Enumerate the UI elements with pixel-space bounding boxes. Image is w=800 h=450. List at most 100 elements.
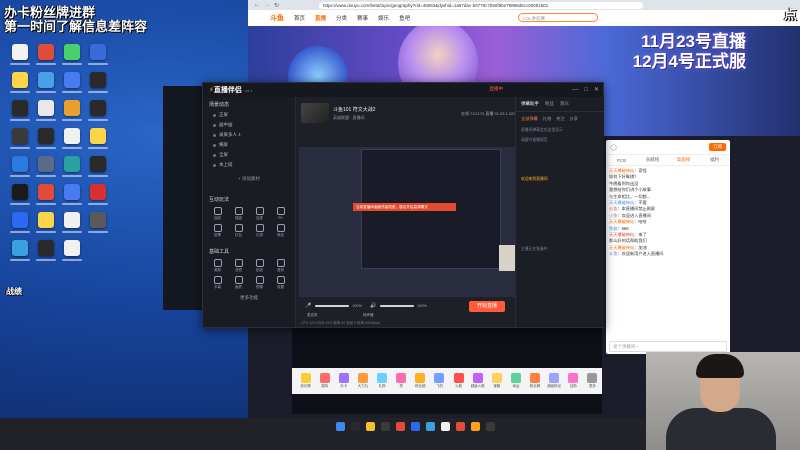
gift-item[interactable]: 超级粉丝 <box>545 373 564 389</box>
basic-tool[interactable]: 贴纸 <box>249 259 270 273</box>
desktop-shortcut[interactable] <box>34 128 58 154</box>
basic-tool[interactable]: 滤镜 <box>228 259 249 273</box>
gift-item[interactable]: 粉丝牌 <box>526 373 545 389</box>
back-icon[interactable]: ← <box>254 2 260 8</box>
taskbar-app-icon[interactable] <box>411 422 420 431</box>
reload-icon[interactable]: ↻ <box>274 2 279 9</box>
gift-item[interactable]: 办卡 <box>334 373 353 389</box>
desktop-shortcut[interactable] <box>8 184 32 210</box>
desktop-shortcut[interactable] <box>86 72 110 98</box>
nav-category[interactable]: 分类 <box>336 14 347 22</box>
desktop-shortcut[interactable] <box>60 128 84 154</box>
gift-item[interactable]: 钻粉 <box>564 373 583 389</box>
taskbar-app-icon[interactable] <box>381 422 390 431</box>
basic-tool[interactable]: 镜像 <box>249 276 270 290</box>
site-logo[interactable]: 斗鱼 <box>270 13 284 23</box>
gift-item[interactable]: 超级火箭 <box>468 373 487 389</box>
desktop-shortcut[interactable] <box>34 240 58 266</box>
quality-alert[interactable]: 当前直播间画面质量较差，建议开启高清模式 <box>353 203 456 211</box>
gift-item[interactable]: 火箭 <box>449 373 468 389</box>
desktop-shortcut[interactable] <box>8 44 32 70</box>
taskbar-app-icon[interactable] <box>471 422 480 431</box>
maximize-icon[interactable]: □ <box>584 86 588 94</box>
interact-tool[interactable]: PK <box>270 207 291 221</box>
url-bar[interactable]: https://www.douyu.com/beta/topic/geograp… <box>319 1 644 9</box>
gift-item[interactable]: 粉丝团 <box>411 373 430 389</box>
taskbar-app-icon[interactable] <box>486 422 495 431</box>
desktop-shortcut[interactable] <box>60 156 84 182</box>
scene-item[interactable]: 本上班 <box>203 160 295 170</box>
gift-item[interactable]: 大力丸 <box>353 373 372 389</box>
desktop-shortcut[interactable] <box>60 240 84 266</box>
speaker-icon[interactable]: 🔊 <box>370 303 376 309</box>
desktop-shortcut[interactable] <box>60 72 84 98</box>
scene-item[interactable]: 横屏 <box>203 140 295 150</box>
desktop-shortcut[interactable] <box>60 184 84 210</box>
interact-tool[interactable]: 礼物 <box>249 224 270 238</box>
desktop-shortcut[interactable] <box>34 72 58 98</box>
taskbar-app-icon[interactable] <box>336 422 345 431</box>
tab-pcb[interactable]: PCB <box>606 158 637 163</box>
desktop-shortcut[interactable] <box>86 184 110 210</box>
mic-slider[interactable] <box>315 305 350 307</box>
gift-item[interactable]: 荧光棒 <box>296 373 315 389</box>
taskbar-app-icon[interactable] <box>426 422 435 431</box>
interact-tool[interactable]: 商品 <box>270 224 291 238</box>
filter-gift[interactable]: 礼物 <box>543 116 551 122</box>
interact-tool[interactable]: 投票 <box>207 224 228 238</box>
tab-viewers[interactable]: 观众 <box>560 101 569 107</box>
basic-tool[interactable]: 美颜 <box>207 259 228 273</box>
desktop-shortcut[interactable] <box>86 156 110 182</box>
tab-fans[interactable]: 粉丝 <box>545 101 554 107</box>
chat-input[interactable]: 发个弹幕呗~ <box>609 341 727 352</box>
desktop-shortcut[interactable] <box>8 156 32 182</box>
scene-item[interactable]: 录屏多人 1 <box>203 130 295 140</box>
desktop-shortcut[interactable] <box>60 212 84 238</box>
gift-item[interactable]: 幸运 <box>506 373 525 389</box>
desktop-shortcut[interactable] <box>34 100 58 126</box>
basic-tool[interactable]: 字幕 <box>207 276 228 290</box>
desktop-shortcut[interactable] <box>60 100 84 126</box>
filter-share[interactable]: 分享 <box>570 116 578 122</box>
chat-username[interactable]: 天天爆破神仙 <box>609 219 634 224</box>
taskbar-app-icon[interactable] <box>366 422 375 431</box>
desktop-shortcut[interactable] <box>86 44 110 70</box>
speaker-slider[interactable] <box>380 305 415 307</box>
chat-username[interactable]: 天天爆破神仙 <box>609 168 634 173</box>
gift-item[interactable]: 礼物 <box>373 373 392 389</box>
scene-item[interactable]: 全屏 <box>203 150 295 160</box>
gift-item[interactable]: 飞机 <box>430 373 449 389</box>
gift-item[interactable]: 弱鸡 <box>315 373 334 389</box>
desktop-shortcut[interactable] <box>8 128 32 154</box>
chat-username[interactable]: 天天爆破神仙 <box>609 200 634 205</box>
tab-high-energy[interactable]: 高能榜 <box>668 157 699 163</box>
nav-match[interactable]: 赛事 <box>357 14 368 22</box>
desktop-shortcut[interactable] <box>86 128 110 154</box>
tab-welfare[interactable]: 福利 <box>699 157 730 163</box>
stream-preview[interactable] <box>299 147 515 297</box>
more-functions-button[interactable]: 更多功能 <box>203 295 295 301</box>
interact-tool[interactable]: 抽奖 <box>207 207 228 221</box>
interact-tool[interactable]: 福袋 <box>228 207 249 221</box>
basic-tool[interactable]: 音效 <box>270 259 291 273</box>
taskbar-app-icon[interactable] <box>441 422 450 431</box>
chat-username[interactable]: 天天爆破神仙 <box>609 232 634 237</box>
interact-tool[interactable]: 连麦 <box>249 207 270 221</box>
nav-home[interactable]: 首页 <box>294 14 305 22</box>
gift-item[interactable]: 赞 <box>392 373 411 389</box>
desktop-shortcut[interactable] <box>8 240 32 266</box>
desktop-shortcut[interactable] <box>8 72 32 98</box>
chat-username[interactable]: 天天爆破神仙 <box>609 245 634 250</box>
desktop-shortcut[interactable] <box>34 184 58 210</box>
scene-item[interactable]: 画中画 <box>203 120 295 130</box>
desktop-shortcut[interactable] <box>34 212 58 238</box>
desktop-shortcut[interactable] <box>8 212 32 238</box>
basic-tool[interactable]: 画质 <box>228 276 249 290</box>
add-source-button[interactable]: + 添加素材 <box>203 176 295 182</box>
taskbar-app-icon[interactable] <box>396 422 405 431</box>
desktop-shortcut[interactable] <box>86 100 110 126</box>
desktop-shortcut[interactable] <box>86 212 110 238</box>
forward-icon[interactable]: → <box>264 2 270 8</box>
taskbar-app-icon[interactable] <box>456 422 465 431</box>
subscribe-button[interactable]: 订阅 <box>709 143 726 151</box>
